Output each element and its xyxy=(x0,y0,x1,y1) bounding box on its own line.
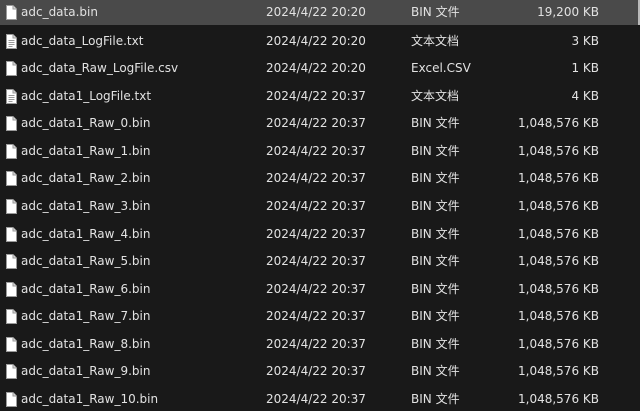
file-date-modified: 2024/4/22 20:37 xyxy=(266,116,366,130)
bin-file-icon xyxy=(6,337,17,352)
file-row[interactable]: adc_data1_Raw_1.bin 2024/4/22 20:37 BIN … xyxy=(0,139,640,164)
file-type: BIN 文件 xyxy=(411,254,460,268)
file-type: BIN 文件 xyxy=(411,364,460,378)
file-list: adc_data.bin 2024/4/22 20:20 BIN 文件 19,2… xyxy=(0,0,640,411)
file-size: 4 KB xyxy=(571,89,599,103)
file-date-modified: 2024/4/22 20:37 xyxy=(266,144,366,158)
file-size: 1,048,576 KB xyxy=(518,392,599,406)
bin-file-icon xyxy=(6,116,17,131)
file-name: adc_data1_Raw_0.bin xyxy=(21,116,151,130)
bin-file-icon xyxy=(6,5,17,20)
file-name: adc_data1_Raw_6.bin xyxy=(21,282,151,296)
file-date-modified: 2024/4/22 20:37 xyxy=(266,392,366,406)
file-date-modified: 2024/4/22 20:37 xyxy=(266,227,366,241)
file-type: BIN 文件 xyxy=(411,199,460,213)
file-size: 19,200 KB xyxy=(537,5,599,19)
file-name: adc_data1_Raw_1.bin xyxy=(21,144,151,158)
file-type: BIN 文件 xyxy=(411,5,460,19)
bin-file-icon xyxy=(6,254,17,269)
file-name: adc_data1_Raw_4.bin xyxy=(21,227,151,241)
file-size: 1,048,576 KB xyxy=(518,199,599,213)
file-row[interactable]: adc_data1_Raw_4.bin 2024/4/22 20:37 BIN … xyxy=(0,222,640,247)
file-name: adc_data1_Raw_9.bin xyxy=(21,364,151,378)
file-row[interactable]: adc_data1_LogFile.txt 2024/4/22 20:37 文本… xyxy=(0,84,640,109)
file-row[interactable]: adc_data1_Raw_10.bin 2024/4/22 20:37 BIN… xyxy=(0,387,640,411)
file-name: adc_data_LogFile.txt xyxy=(21,34,144,48)
file-type: Excel.CSV xyxy=(411,61,471,75)
file-size: 1,048,576 KB xyxy=(518,309,599,323)
file-type: BIN 文件 xyxy=(411,392,460,406)
bin-file-icon xyxy=(6,282,17,297)
file-type: BIN 文件 xyxy=(411,282,460,296)
file-row[interactable]: adc_data1_Raw_9.bin 2024/4/22 20:37 BIN … xyxy=(0,359,640,384)
file-size: 1,048,576 KB xyxy=(518,171,599,185)
file-name: adc_data1_Raw_7.bin xyxy=(21,309,151,323)
bin-file-icon xyxy=(6,199,17,214)
bin-file-icon xyxy=(6,227,17,242)
file-date-modified: 2024/4/22 20:37 xyxy=(266,282,366,296)
file-name: adc_data.bin xyxy=(21,5,98,19)
file-size: 1,048,576 KB xyxy=(518,227,599,241)
file-date-modified: 2024/4/22 20:37 xyxy=(266,89,366,103)
file-type: BIN 文件 xyxy=(411,309,460,323)
file-row[interactable]: adc_data_LogFile.txt 2024/4/22 20:20 文本文… xyxy=(0,29,640,54)
bin-file-icon xyxy=(6,144,17,159)
file-name: adc_data1_Raw_2.bin xyxy=(21,171,151,185)
file-date-modified: 2024/4/22 20:37 xyxy=(266,309,366,323)
file-row[interactable]: adc_data1_Raw_2.bin 2024/4/22 20:37 BIN … xyxy=(0,166,640,191)
file-size: 1 KB xyxy=(571,61,599,75)
file-date-modified: 2024/4/22 20:37 xyxy=(266,171,366,185)
file-row[interactable]: adc_data.bin 2024/4/22 20:20 BIN 文件 19,2… xyxy=(0,0,640,25)
bin-file-icon xyxy=(6,171,17,186)
file-date-modified: 2024/4/22 20:37 xyxy=(266,254,366,268)
file-date-modified: 2024/4/22 20:20 xyxy=(266,5,366,19)
file-type: BIN 文件 xyxy=(411,116,460,130)
file-name: adc_data1_Raw_3.bin xyxy=(21,199,151,213)
file-name: adc_data1_Raw_10.bin xyxy=(21,392,159,406)
file-date-modified: 2024/4/22 20:37 xyxy=(266,364,366,378)
file-type: 文本文档 xyxy=(411,89,460,103)
bin-file-icon xyxy=(6,392,17,407)
file-row[interactable]: adc_data1_Raw_5.bin 2024/4/22 20:37 BIN … xyxy=(0,249,640,274)
file-row[interactable]: adc_data_Raw_LogFile.csv 2024/4/22 20:20… xyxy=(0,56,640,81)
file-size: 1,048,576 KB xyxy=(518,254,599,268)
file-name: adc_data1_Raw_5.bin xyxy=(21,254,151,268)
file-type: BIN 文件 xyxy=(411,144,460,158)
file-date-modified: 2024/4/22 20:37 xyxy=(266,337,366,351)
text-file-icon xyxy=(6,34,17,49)
file-type: BIN 文件 xyxy=(411,227,460,241)
bin-file-icon xyxy=(6,364,17,379)
file-size: 3 KB xyxy=(571,34,599,48)
csv-file-icon xyxy=(6,61,17,76)
file-row[interactable]: adc_data1_Raw_8.bin 2024/4/22 20:37 BIN … xyxy=(0,332,640,357)
file-size: 1,048,576 KB xyxy=(518,116,599,130)
file-name: adc_data1_Raw_8.bin xyxy=(21,337,151,351)
file-size: 1,048,576 KB xyxy=(518,144,599,158)
file-date-modified: 2024/4/22 20:20 xyxy=(266,34,366,48)
file-type: BIN 文件 xyxy=(411,171,460,185)
file-row[interactable]: adc_data1_Raw_3.bin 2024/4/22 20:37 BIN … xyxy=(0,194,640,219)
file-type: 文本文档 xyxy=(411,34,460,48)
file-size: 1,048,576 KB xyxy=(518,337,599,351)
bin-file-icon xyxy=(6,309,17,324)
file-date-modified: 2024/4/22 20:20 xyxy=(266,61,366,75)
file-row[interactable]: adc_data1_Raw_7.bin 2024/4/22 20:37 BIN … xyxy=(0,304,640,329)
file-row[interactable]: adc_data1_Raw_0.bin 2024/4/22 20:37 BIN … xyxy=(0,111,640,136)
file-size: 1,048,576 KB xyxy=(518,364,599,378)
file-size: 1,048,576 KB xyxy=(518,282,599,296)
file-type: BIN 文件 xyxy=(411,337,460,351)
file-date-modified: 2024/4/22 20:37 xyxy=(266,199,366,213)
file-name: adc_data1_LogFile.txt xyxy=(21,89,152,103)
text-file-icon xyxy=(6,89,17,104)
file-row[interactable]: adc_data1_Raw_6.bin 2024/4/22 20:37 BIN … xyxy=(0,277,640,302)
file-name: adc_data_Raw_LogFile.csv xyxy=(21,61,179,75)
